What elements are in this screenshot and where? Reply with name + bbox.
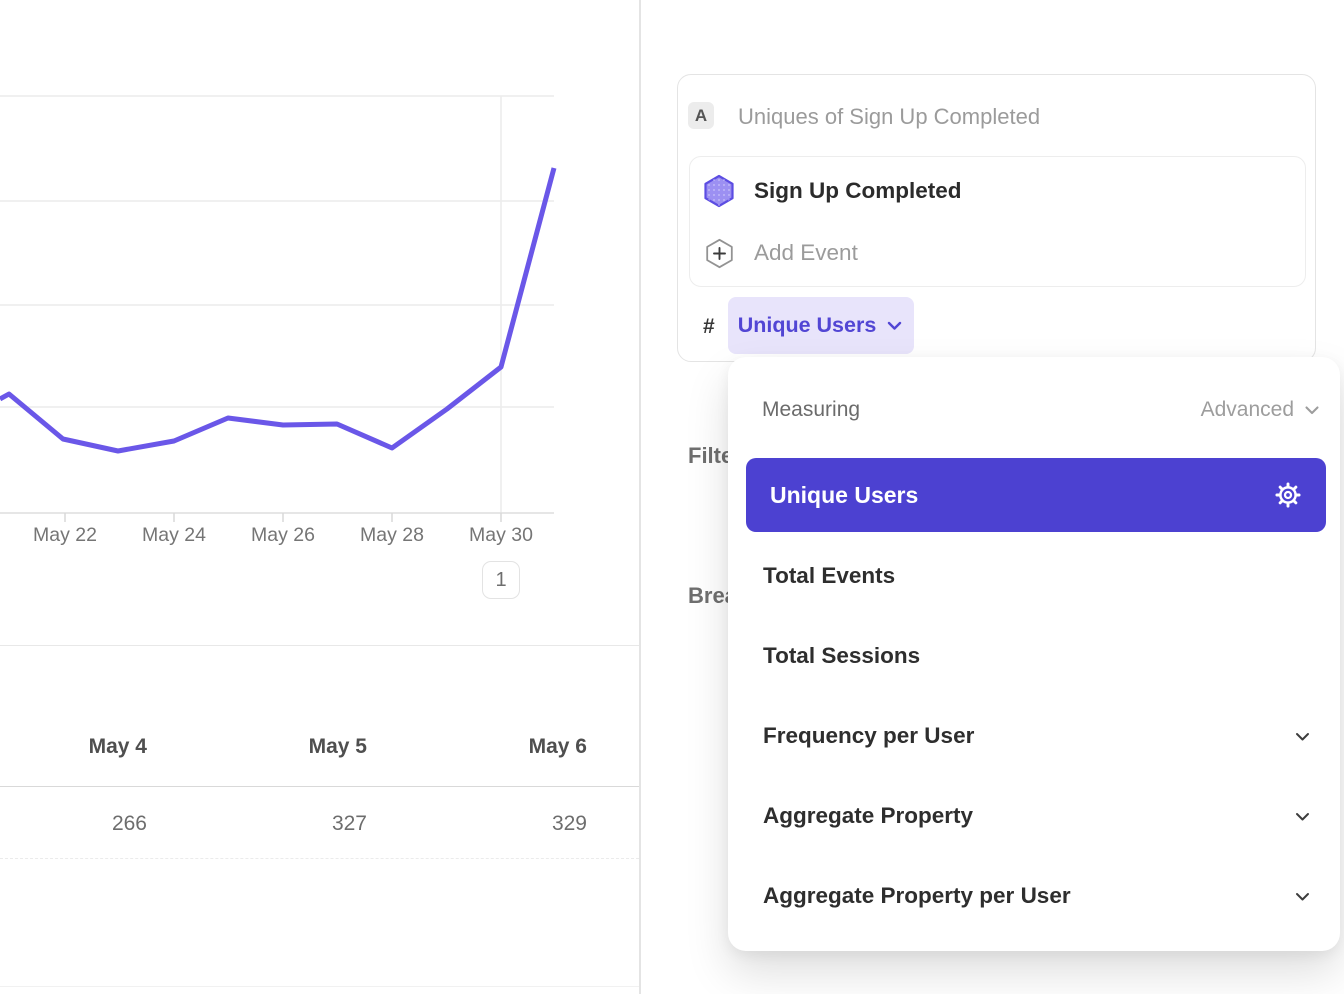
analytics-report-view: May 22 May 24 May 26 May 28 May 30 1 May 4 M… <box>0 0 1344 994</box>
event-name: Sign Up Completed <box>754 178 962 204</box>
menu-item-unique-users-selected[interactable]: Unique Users <box>746 458 1326 532</box>
table-top-divider <box>0 645 639 646</box>
menu-item-label: Total Sessions <box>763 643 920 669</box>
table-value-cell: 266 <box>0 812 147 836</box>
line-chart[interactable] <box>0 0 560 560</box>
menu-item-aggregate-property[interactable]: Aggregate Property <box>728 787 1340 845</box>
add-event-label: Add Event <box>754 240 858 266</box>
menu-item-label: Aggregate Property <box>763 803 973 829</box>
bottom-divider <box>0 986 639 987</box>
chart-section: May 22 May 24 May 26 May 28 May 30 1 May 4 M… <box>0 0 639 994</box>
dropdown-header: Measuring Advanced <box>762 395 1322 425</box>
x-axis-label: May 28 <box>342 524 442 547</box>
gear-icon[interactable] <box>1274 481 1302 509</box>
x-axis-label: May 26 <box>233 524 333 547</box>
selected-item-label: Unique Users <box>770 482 918 509</box>
event-hexagon-icon <box>702 173 736 209</box>
advanced-mode-value: Advanced <box>1201 398 1294 422</box>
event-list-card: Sign Up Completed Add Event <box>689 156 1306 287</box>
x-axis-label: May 30 <box>451 524 551 547</box>
chevron-down-icon <box>1293 727 1312 746</box>
menu-item-label: Aggregate Property per User <box>763 883 1071 909</box>
x-axis-label: May 22 <box>15 524 115 547</box>
chevron-down-icon <box>1302 400 1322 420</box>
x-axis-label: May 24 <box>124 524 224 547</box>
measuring-label: Measuring <box>762 398 860 422</box>
menu-item-total-events[interactable]: Total Events <box>728 547 1340 605</box>
metric-query-card: A Uniques of Sign Up Completed Sign <box>677 74 1316 362</box>
table-header-cell: May 4 <box>0 735 147 759</box>
measurement-selector-value: Unique Users <box>738 313 877 338</box>
add-event-button[interactable]: Add Event <box>690 221 1305 285</box>
menu-item-label: Frequency per User <box>763 723 974 749</box>
table-header-divider <box>0 786 639 787</box>
series-letter-badge: A <box>688 102 714 129</box>
menu-item-total-sessions[interactable]: Total Sessions <box>728 627 1340 685</box>
chevron-down-icon <box>1293 807 1312 826</box>
menu-item-frequency-per-user[interactable]: Frequency per User <box>728 707 1340 765</box>
menu-item-label: Total Events <box>763 563 895 589</box>
table-header-cell: May 5 <box>147 735 367 759</box>
advanced-mode-selector[interactable]: Advanced <box>1201 398 1322 422</box>
event-row[interactable]: Sign Up Completed <box>690 159 1305 223</box>
series-title: Uniques of Sign Up Completed <box>738 104 1040 130</box>
measurement-selector[interactable]: Unique Users <box>728 297 914 354</box>
table-header-cell: May 6 <box>367 735 587 759</box>
table-value-cell: 329 <box>367 812 587 836</box>
table-row-divider <box>0 858 639 859</box>
panel-divider <box>639 0 641 994</box>
add-event-hexagon-icon <box>702 237 736 270</box>
menu-item-aggregate-property-per-user[interactable]: Aggregate Property per User <box>728 867 1340 925</box>
chevron-down-icon <box>1293 887 1312 906</box>
pagination-badge[interactable]: 1 <box>482 561 520 599</box>
table-value-cell: 327 <box>147 812 367 836</box>
measurement-dropdown-menu: Measuring Advanced Unique Users Total Ev… <box>728 357 1340 951</box>
measure-type-symbol: # <box>703 315 715 339</box>
chevron-down-icon <box>885 316 904 335</box>
